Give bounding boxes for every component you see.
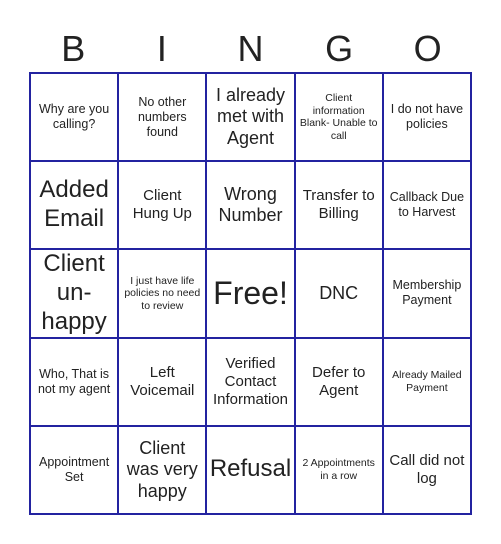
cell-label: Callback Due to Harvest bbox=[389, 190, 465, 220]
cell-label: Call did not log bbox=[389, 451, 465, 487]
header-letter-n: N bbox=[237, 28, 264, 69]
bingo-cell-r1-c3[interactable]: I already met with Agent bbox=[206, 73, 295, 162]
bingo-cell-r2-c5[interactable]: Callback Due to Harvest bbox=[382, 161, 471, 250]
bingo-cell-r2-c4[interactable]: Transfer to Billing bbox=[294, 161, 383, 250]
bingo-cell-r5-c1[interactable]: Appointment Set bbox=[30, 425, 119, 514]
header-letter-b: B bbox=[61, 28, 86, 69]
bingo-cell-r4-c1[interactable]: Who, That is not my agent bbox=[30, 337, 119, 426]
bingo-cell-r3-c5[interactable]: Membership Payment bbox=[382, 249, 471, 338]
cell-label: Client was very happy bbox=[126, 437, 198, 501]
cell-label: Already Mailed Payment bbox=[392, 369, 462, 394]
bingo-cell-r4-c4[interactable]: Defer to Agent bbox=[294, 337, 383, 426]
cell-label: Appointment Set bbox=[39, 454, 110, 484]
cell-label: Left Voicemail bbox=[130, 363, 195, 399]
bingo-cell-r5-c2[interactable]: Client was very happy bbox=[118, 425, 207, 514]
bingo-cell-r4-c2[interactable]: Left Voicemail bbox=[118, 337, 207, 426]
cell-label: Client un-happy bbox=[41, 250, 107, 335]
bingo-cell-r3-c1[interactable]: Client un-happy bbox=[30, 249, 119, 338]
cell-label: Wrong Number bbox=[218, 183, 283, 226]
cell-label: I do not have policies bbox=[390, 102, 464, 132]
cell-label: Membership Payment bbox=[392, 278, 462, 308]
cell-label: Who, That is not my agent bbox=[37, 366, 111, 396]
bingo-cell-r1-c5[interactable]: I do not have policies bbox=[382, 73, 471, 162]
bingo-cell-r3-c2[interactable]: I just have life policies no need to rev… bbox=[118, 249, 207, 338]
cell-label: I already met with Agent bbox=[215, 84, 286, 148]
bingo-cell-r2-c3[interactable]: Wrong Number bbox=[206, 161, 295, 250]
bingo-cell-r2-c1[interactable]: Added Email bbox=[30, 161, 119, 250]
cell-label: Refusal bbox=[209, 455, 292, 483]
cell-label: Why are you calling? bbox=[39, 102, 110, 132]
cell-label: Verified Contact Information bbox=[212, 354, 289, 408]
cell-label: Transfer to Billing bbox=[302, 187, 375, 223]
bingo-cell-r4-c3[interactable]: Verified Contact Information bbox=[206, 337, 295, 426]
bingo-board: Why are you calling? No other numbers fo… bbox=[29, 72, 472, 515]
free-space-cell[interactable]: Free! bbox=[206, 249, 295, 338]
bingo-cell-r3-c4[interactable]: DNC bbox=[294, 249, 383, 338]
cell-label: 2 Appointments in a row bbox=[302, 457, 375, 482]
bingo-cell-r5-c4[interactable]: 2 Appointments in a row bbox=[294, 425, 383, 514]
header-letter-g: G bbox=[325, 28, 354, 69]
cell-label: No other numbers found bbox=[137, 94, 187, 139]
bingo-cell-r5-c5[interactable]: Call did not log bbox=[382, 425, 471, 514]
bingo-cell-r5-c3[interactable]: Refusal bbox=[206, 425, 295, 514]
cell-label: I just have life policies no need to rev… bbox=[124, 274, 201, 312]
cell-label: DNC bbox=[319, 282, 359, 303]
header-letter-i: I bbox=[156, 28, 167, 69]
cell-label: Client Hung Up bbox=[132, 187, 192, 223]
cell-label: Defer to Agent bbox=[312, 363, 366, 399]
bingo-cell-r4-c5[interactable]: Already Mailed Payment bbox=[382, 337, 471, 426]
bingo-cell-r1-c2[interactable]: No other numbers found bbox=[118, 73, 207, 162]
bingo-cell-r1-c1[interactable]: Why are you calling? bbox=[30, 73, 119, 162]
bingo-header: B I N G O bbox=[29, 26, 472, 72]
cell-label: Client information Blank- Unable to call bbox=[299, 91, 378, 142]
bingo-cell-r1-c4[interactable]: Client information Blank- Unable to call bbox=[294, 73, 383, 162]
bingo-cell-r2-c2[interactable]: Client Hung Up bbox=[118, 161, 207, 250]
free-space-label: Free! bbox=[213, 275, 288, 312]
cell-label: Added Email bbox=[39, 176, 109, 233]
header-letter-o: O bbox=[413, 28, 442, 69]
